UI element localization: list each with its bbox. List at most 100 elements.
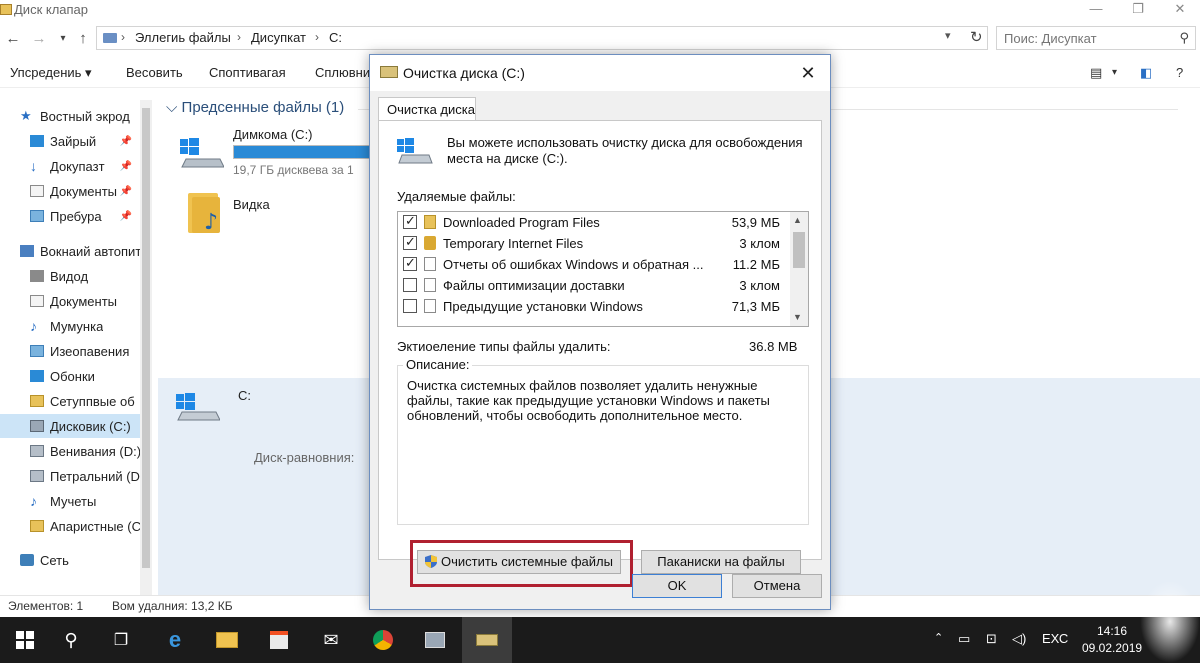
search-icon: ⚲ — [1179, 30, 1189, 45]
checkbox[interactable]: ✓ — [403, 234, 417, 250]
sidebar-item-music-2[interactable]: ♪ Мучеты — [0, 489, 150, 513]
list-item[interactable]: ✓ Отчеты об ошибках Windows и обратная .… — [398, 254, 790, 275]
preview-pane-icon[interactable]: ◧ — [1140, 65, 1152, 81]
scroll-thumb[interactable] — [793, 232, 805, 268]
checkbox[interactable]: ✓ — [403, 255, 417, 271]
sidebar-scrollbar[interactable] — [140, 100, 152, 595]
mail-icon[interactable]: ✉ — [306, 617, 356, 663]
battery-icon[interactable]: ▭ — [958, 631, 970, 647]
back-arrow-icon[interactable]: ← — [4, 29, 22, 49]
maximize-button[interactable]: ❐ — [1118, 0, 1158, 22]
sidebar-item-music[interactable]: ♪ Мумунка — [0, 314, 150, 338]
sidebar-item-network[interactable]: Сеть — [0, 548, 150, 572]
help-icon[interactable]: ? — [1176, 65, 1183, 80]
sidebar-item-folder-c[interactable]: Апаристные (C — [0, 514, 150, 538]
recent-chevron-icon[interactable]: ▾ — [54, 29, 72, 49]
list-item[interactable]: ✓ Downloaded Program Files 53,9 МБ — [398, 212, 790, 233]
details-label: Диск-равновния: — [254, 450, 355, 465]
up-arrow-icon[interactable]: ↑ — [74, 29, 92, 49]
scroll-down-icon[interactable]: ▼ — [793, 312, 802, 322]
documents-icon — [30, 295, 44, 307]
file-explorer-icon[interactable] — [202, 617, 252, 663]
address-dropdown-icon[interactable]: ▾ — [945, 29, 951, 42]
breadcrumb-item[interactable]: Дисупкат — [251, 30, 306, 45]
sidebar-item-documents[interactable]: Документы 📌 — [0, 179, 150, 203]
close-button[interactable]: ✕ — [1160, 0, 1200, 22]
checkbox[interactable]: ✓ — [403, 213, 417, 229]
scroll-thumb[interactable] — [142, 108, 150, 568]
organize-menu[interactable]: Упсредениь ▾ — [10, 65, 92, 81]
network-icon — [20, 554, 34, 566]
sidebar-item-quick-access[interactable]: ★ Востный экрод — [0, 104, 150, 128]
tab-disk-cleanup[interactable]: Очистка диска — [378, 97, 476, 121]
sidebar-item-drive-c[interactable]: Дисковик (C:) — [0, 414, 150, 438]
clean-system-files-button[interactable]: Очистить системные файлы — [417, 550, 621, 574]
total-label: Эктиоеление типы файлы удалить: — [397, 339, 611, 354]
network-icon[interactable]: ⊡ — [986, 631, 997, 647]
language-indicator[interactable]: ЕХС — [1042, 631, 1068, 646]
search-input[interactable] — [997, 27, 1167, 49]
breadcrumb-item[interactable]: Эллегиь файлы — [135, 30, 231, 45]
computer-icon — [103, 33, 117, 43]
window-title: Диск клапар — [14, 2, 89, 17]
svg-text:♪: ♪ — [204, 210, 218, 235]
folder-tile[interactable]: ♪ Видка — [178, 191, 378, 241]
files-scrollbar[interactable]: ▲ ▼ — [790, 212, 808, 326]
refresh-icon[interactable]: ↻ — [970, 28, 983, 46]
view-dropdown-icon[interactable]: ▾ — [1112, 67, 1117, 78]
address-bar[interactable]: › Эллегиь файлы › Дисупкат › C: — [96, 26, 988, 50]
pin-icon[interactable]: 📌 — [120, 136, 132, 147]
view-files-button[interactable]: Паканиски на файлы — [641, 550, 801, 574]
list-item[interactable]: Предыдущие установки Windows 71,3 МБ — [398, 296, 790, 317]
task-view-icon[interactable]: ❐ — [96, 617, 146, 663]
sidebar-item-drive-d[interactable]: Венивания (D:) — [0, 439, 150, 463]
drive-icon — [30, 470, 44, 482]
search-box[interactable]: ⚲ — [996, 26, 1196, 50]
breadcrumb-item[interactable]: C: — [329, 30, 342, 45]
store-icon[interactable] — [254, 617, 304, 663]
system-menu[interactable]: Сплювни — [315, 65, 370, 80]
search-icon[interactable]: ⚲ — [46, 617, 96, 663]
sidebar-item-network-folders[interactable]: Сетуппвые об — [0, 389, 150, 413]
chrome-icon[interactable] — [358, 617, 408, 663]
pin-icon[interactable]: 📌 — [120, 211, 132, 222]
files-list[interactable]: ✓ Downloaded Program Files 53,9 МБ ✓ Tem… — [397, 211, 809, 327]
drive-icon — [30, 420, 44, 432]
properties-menu[interactable]: Споптивагая — [209, 65, 286, 80]
control-panel-icon[interactable] — [410, 617, 460, 663]
sidebar-item-documents-2[interactable]: Документы — [0, 289, 150, 313]
sidebar-item-pictures[interactable]: Пребура 📌 — [0, 204, 150, 228]
chevron-down-icon: ⌵ — [166, 99, 182, 116]
disk-cleanup-taskbar-icon[interactable] — [462, 617, 512, 663]
volume-icon[interactable]: ◁) — [1012, 631, 1026, 647]
dialog-close-icon[interactable]: ✕ — [796, 61, 820, 85]
sidebar-item-images[interactable]: Изеопавения — [0, 339, 150, 363]
sidebar-item-downloads[interactable]: ↓ Докупазт 📌 — [0, 154, 150, 178]
breadcrumb-separator: › — [315, 30, 319, 44]
view-options-icon[interactable]: ▤ — [1090, 65, 1102, 81]
forward-arrow-icon[interactable]: → — [30, 29, 48, 49]
clock[interactable]: 14:16 09.02.2019 — [1082, 623, 1142, 657]
sidebar-item-drive-d-2[interactable]: Петральний (D — [0, 464, 150, 488]
list-item[interactable]: Файлы оптимизации доставки 3 клом — [398, 275, 790, 296]
checkbox[interactable] — [403, 299, 417, 313]
sidebar-item-this-pc[interactable]: Вокнаий автопит — [0, 239, 150, 263]
sidebar-item-videos[interactable]: Видод — [0, 264, 150, 288]
navigation-pane: ★ Востный экрод Зайрый 📌 ↓ Докупазт 📌 До… — [0, 100, 152, 595]
share-menu[interactable]: Весовить — [126, 65, 183, 80]
pin-icon[interactable]: 📌 — [120, 186, 132, 197]
tray-chevron-icon[interactable]: ⌃ — [934, 631, 943, 644]
minimize-button[interactable]: — — [1076, 0, 1116, 22]
details-drive-name: C: — [238, 388, 251, 403]
list-item[interactable]: ✓ Temporary Internet Files 3 клом — [398, 233, 790, 254]
group-header[interactable]: ⌵ Предсенные файлы (1) — [166, 99, 344, 116]
sidebar-item-desktop[interactable]: Зайрый 📌 — [0, 129, 150, 153]
edge-icon[interactable]: e — [150, 617, 200, 663]
cancel-button[interactable]: Отмена — [732, 574, 822, 598]
pin-icon[interactable]: 📌 — [120, 161, 132, 172]
start-button[interactable] — [0, 617, 50, 663]
checkbox[interactable] — [403, 278, 417, 292]
sidebar-item-desktop-2[interactable]: Обонки — [0, 364, 150, 388]
scroll-up-icon[interactable]: ▲ — [793, 215, 802, 225]
ok-button[interactable]: OK — [632, 574, 722, 598]
